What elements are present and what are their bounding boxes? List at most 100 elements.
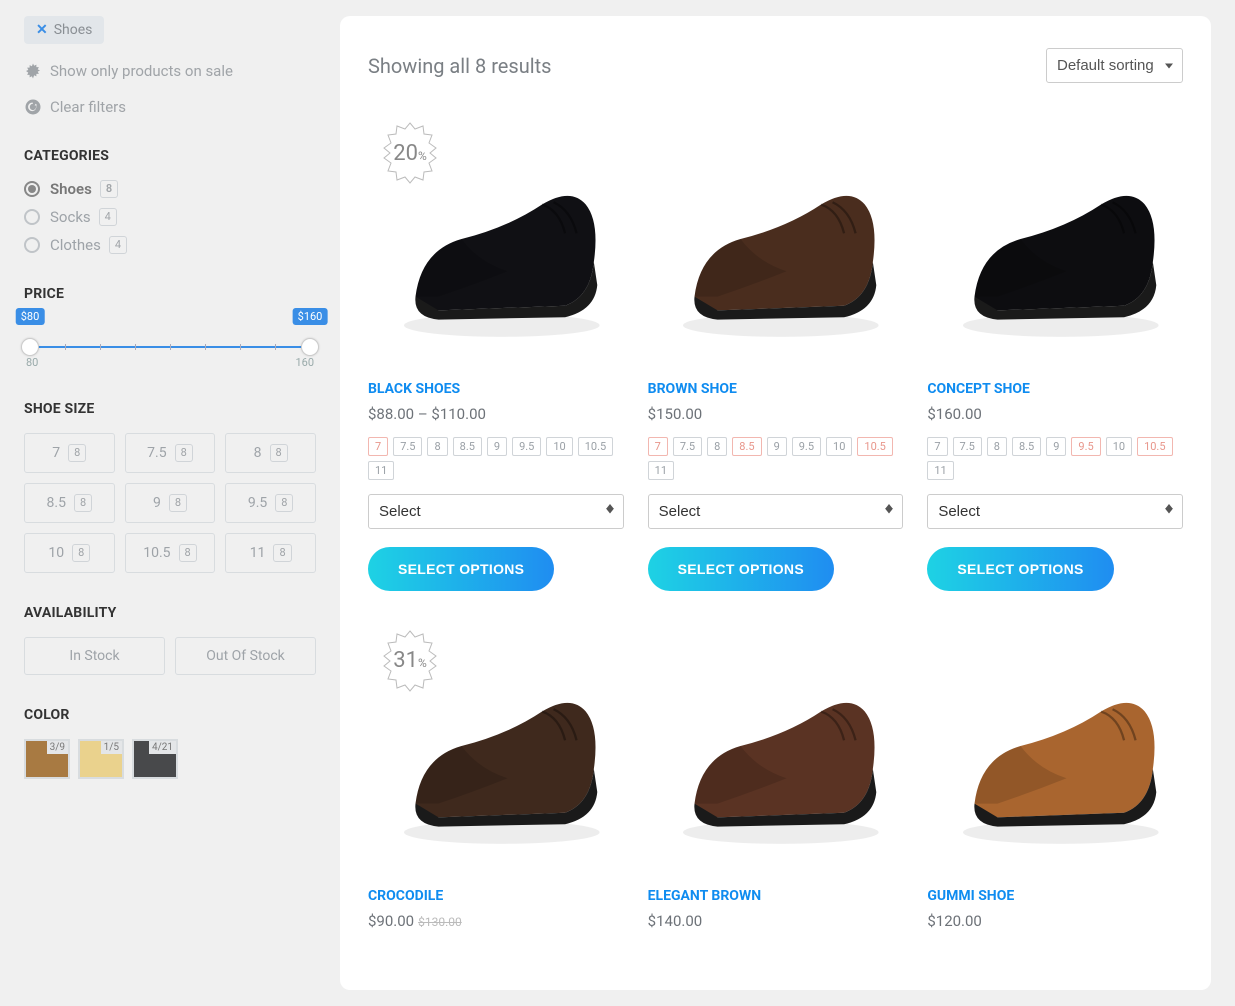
- product-title[interactable]: GUMMI SHOE: [927, 888, 1183, 904]
- filter-sidebar: ✕ Shoes Show only products on sale Clear…: [0, 0, 340, 1006]
- size-label: 9: [153, 495, 161, 511]
- variant-select[interactable]: Select: [368, 494, 624, 529]
- product-title[interactable]: CROCODILE: [368, 888, 624, 904]
- size-filter-cell[interactable]: 10.5 8: [125, 533, 216, 573]
- price-axis-min: 80: [26, 356, 38, 369]
- category-label: Socks: [50, 208, 91, 226]
- size-filter-cell[interactable]: 10 8: [24, 533, 115, 573]
- slider-handle-min[interactable]: [21, 338, 39, 356]
- size-tag[interactable]: 7.5: [673, 437, 702, 456]
- color-swatch[interactable]: 4/21: [132, 739, 178, 779]
- size-tag[interactable]: 10.5: [857, 437, 892, 456]
- size-filter-cell[interactable]: 9.5 8: [225, 483, 316, 523]
- size-label: 7.5: [147, 445, 166, 461]
- select-options-button[interactable]: SELECT OPTIONS: [927, 547, 1113, 591]
- color-swatch[interactable]: 3/9: [24, 739, 70, 779]
- size-filter-cell[interactable]: 8 8: [225, 433, 316, 473]
- size-tag[interactable]: 11: [368, 461, 394, 480]
- size-count: 8: [273, 544, 291, 562]
- active-filter-chip[interactable]: ✕ Shoes: [24, 16, 104, 44]
- color-swatch[interactable]: 1/5: [78, 739, 124, 779]
- product-image-box[interactable]: 20%: [368, 111, 624, 367]
- size-tag[interactable]: 8.5: [732, 437, 761, 456]
- product-image-box[interactable]: [927, 619, 1183, 875]
- price-min-label: $80: [16, 308, 45, 325]
- size-filter-cell[interactable]: 8.5 8: [24, 483, 115, 523]
- size-filter-cell[interactable]: 11 8: [225, 533, 316, 573]
- product-image: [660, 631, 890, 861]
- close-icon: ✕: [36, 22, 48, 38]
- size-count: 8: [68, 444, 86, 462]
- size-tag[interactable]: 9: [487, 437, 507, 456]
- in-stock-button[interactable]: In Stock: [24, 637, 165, 675]
- size-filter-cell[interactable]: 9 8: [125, 483, 216, 523]
- color-count: 1/5: [101, 741, 122, 754]
- clear-link-label: Clear filters: [50, 98, 126, 116]
- size-tag[interactable]: 7: [368, 437, 388, 456]
- size-filter-cell[interactable]: 7.5 8: [125, 433, 216, 473]
- size-tag[interactable]: 9: [767, 437, 787, 456]
- size-tag[interactable]: 8: [707, 437, 727, 456]
- sort-select[interactable]: Default sorting: [1046, 48, 1183, 83]
- size-label: 10: [48, 545, 64, 561]
- size-tag[interactable]: 8: [427, 437, 447, 456]
- size-tag[interactable]: 9.5: [512, 437, 541, 456]
- size-tag[interactable]: 10: [1106, 437, 1132, 456]
- select-options-button[interactable]: SELECT OPTIONS: [648, 547, 834, 591]
- size-tag[interactable]: 9: [1046, 437, 1066, 456]
- product-image-box[interactable]: [927, 111, 1183, 367]
- size-filter-cell[interactable]: 7 8: [24, 433, 115, 473]
- size-tag[interactable]: 10: [826, 437, 852, 456]
- variant-select[interactable]: Select: [648, 494, 904, 529]
- size-count: 8: [179, 544, 197, 562]
- size-tag[interactable]: 10.5: [1137, 437, 1172, 456]
- size-tag[interactable]: 7.5: [393, 437, 422, 456]
- size-tag[interactable]: 11: [927, 461, 953, 480]
- price-max-label: $160: [293, 308, 328, 325]
- category-item[interactable]: Shoes 8: [24, 180, 316, 198]
- category-count: 8: [100, 180, 118, 198]
- size-tag[interactable]: 10: [546, 437, 572, 456]
- variant-select[interactable]: Select: [927, 494, 1183, 529]
- category-item[interactable]: Clothes 4: [24, 236, 316, 254]
- product-price: $88.00 – $110.00: [368, 405, 624, 423]
- size-tag[interactable]: 10.5: [578, 437, 613, 456]
- select-options-button[interactable]: SELECT OPTIONS: [368, 547, 554, 591]
- product-image-box[interactable]: 31%: [368, 619, 624, 875]
- size-label: 11: [250, 545, 266, 561]
- product-image-box[interactable]: [648, 619, 904, 875]
- product-title[interactable]: CONCEPT SHOE: [927, 381, 1183, 397]
- size-tag[interactable]: 8.5: [453, 437, 482, 456]
- clear-filters-link[interactable]: Clear filters: [24, 98, 316, 116]
- product-card: 31% CROCODILE $90.00$130.00: [368, 619, 624, 931]
- product-card: ELEGANT BROWN $140.00: [648, 619, 904, 931]
- product-image-box[interactable]: [648, 111, 904, 367]
- price-slider[interactable]: $80 $160 80 160: [24, 322, 316, 369]
- show-sale-link[interactable]: Show only products on sale: [24, 62, 316, 80]
- size-tag[interactable]: 8: [987, 437, 1007, 456]
- product-size-tags: 7 7.5 8 8.5 9 9.5 10 10.5 11: [927, 437, 1183, 480]
- product-price: $160.00: [927, 405, 1183, 423]
- size-tag[interactable]: 9.5: [792, 437, 821, 456]
- product-image: [660, 124, 890, 354]
- color-count: 4/21: [149, 741, 176, 754]
- size-tag[interactable]: 7: [927, 437, 947, 456]
- product-price: $150.00: [648, 405, 904, 423]
- product-title[interactable]: BROWN SHOE: [648, 381, 904, 397]
- product-size-tags: 7 7.5 8 8.5 9 9.5 10 10.5 11: [648, 437, 904, 480]
- product-title[interactable]: BLACK SHOES: [368, 381, 624, 397]
- product-size-tags: 7 7.5 8 8.5 9 9.5 10 10.5 11: [368, 437, 624, 480]
- product-title[interactable]: ELEGANT BROWN: [648, 888, 904, 904]
- product-card: GUMMI SHOE $120.00: [927, 619, 1183, 931]
- size-tag[interactable]: 7.5: [953, 437, 982, 456]
- size-tag[interactable]: 11: [648, 461, 674, 480]
- size-tag[interactable]: 8.5: [1012, 437, 1041, 456]
- size-count: 8: [72, 544, 90, 562]
- product-image: [940, 124, 1170, 354]
- size-tag[interactable]: 9.5: [1071, 437, 1100, 456]
- size-tag[interactable]: 7: [648, 437, 668, 456]
- slider-handle-max[interactable]: [301, 338, 319, 356]
- discount-badge: 20%: [378, 121, 442, 185]
- category-item[interactable]: Socks 4: [24, 208, 316, 226]
- out-of-stock-button[interactable]: Out Of Stock: [175, 637, 316, 675]
